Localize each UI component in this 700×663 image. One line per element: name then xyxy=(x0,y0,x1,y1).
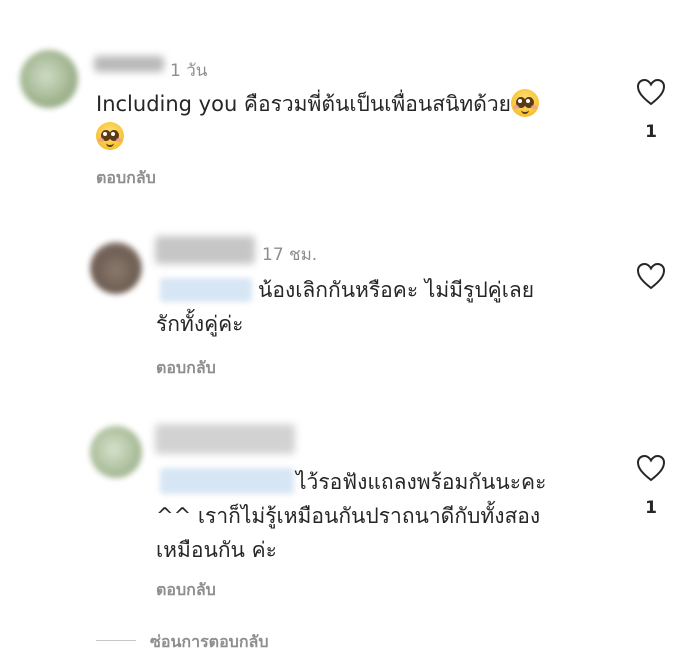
comment-timestamp: 1 วัน xyxy=(170,61,208,81)
hide-replies-button[interactable]: ซ่อนการตอบกลับ xyxy=(150,630,268,655)
like-count[interactable]: 1 xyxy=(636,498,666,518)
pleading-face-icon xyxy=(96,122,124,150)
comment-text-line: รักทั้งคู่ค่ะ xyxy=(156,312,244,336)
comment-text-line: เหมือนกัน ค่ะ xyxy=(156,538,277,562)
like-count[interactable]: 1 xyxy=(636,122,666,142)
username-blurred[interactable] xyxy=(155,424,295,454)
avatar[interactable] xyxy=(90,426,142,478)
avatar[interactable] xyxy=(90,242,142,294)
reply-button[interactable]: ตอบกลับ xyxy=(156,356,216,381)
comment-text-line: ไว้รอฟังแถลงพร้อมกันนะคะ xyxy=(296,470,547,494)
mention-blurred[interactable] xyxy=(160,278,252,302)
comment-text-emoji-line xyxy=(96,122,124,150)
comment-text: Including you คือรวมพี่ต้นเป็นเพื่อนสนิท… xyxy=(96,88,539,121)
comment-text-line: น้องเลิกกันหรือคะ ไม่มีรูปคู่เลย xyxy=(258,278,535,302)
heart-icon[interactable] xyxy=(636,454,666,482)
comment-3: ไว้รอฟังแถลงพร้อมกันนะคะ ^^ เราก็ไม่รู้เ… xyxy=(0,410,700,610)
pleading-face-icon xyxy=(510,89,539,117)
heart-icon[interactable] xyxy=(636,78,666,106)
hide-replies-divider xyxy=(96,640,136,641)
comment-timestamp: 17 ชม. xyxy=(262,245,318,265)
reply-button[interactable]: ตอบกลับ xyxy=(156,578,216,603)
heart-icon[interactable] xyxy=(636,262,666,290)
hide-replies-row[interactable]: ซ่อนการตอบกลับ xyxy=(96,628,396,654)
comment-2: 17 ชม. น้องเลิกกันหรือคะ ไม่มีรูปคู่เลย … xyxy=(0,220,700,390)
avatar[interactable] xyxy=(20,50,78,108)
comment-text-line: ^^ เราก็ไม่รู้เหมือนกันปราถนาดีกับทั้งสอ… xyxy=(156,504,541,528)
username-blurred[interactable] xyxy=(94,56,164,72)
mention-blurred[interactable] xyxy=(160,468,294,494)
comment-1: 1 วัน Including you คือรวมพี่ต้นเป็นเพื่… xyxy=(0,0,700,200)
username-blurred[interactable] xyxy=(155,236,255,264)
reply-button[interactable]: ตอบกลับ xyxy=(96,166,156,191)
comment-text-line: Including you คือรวมพี่ต้นเป็นเพื่อนสนิท… xyxy=(96,92,511,116)
